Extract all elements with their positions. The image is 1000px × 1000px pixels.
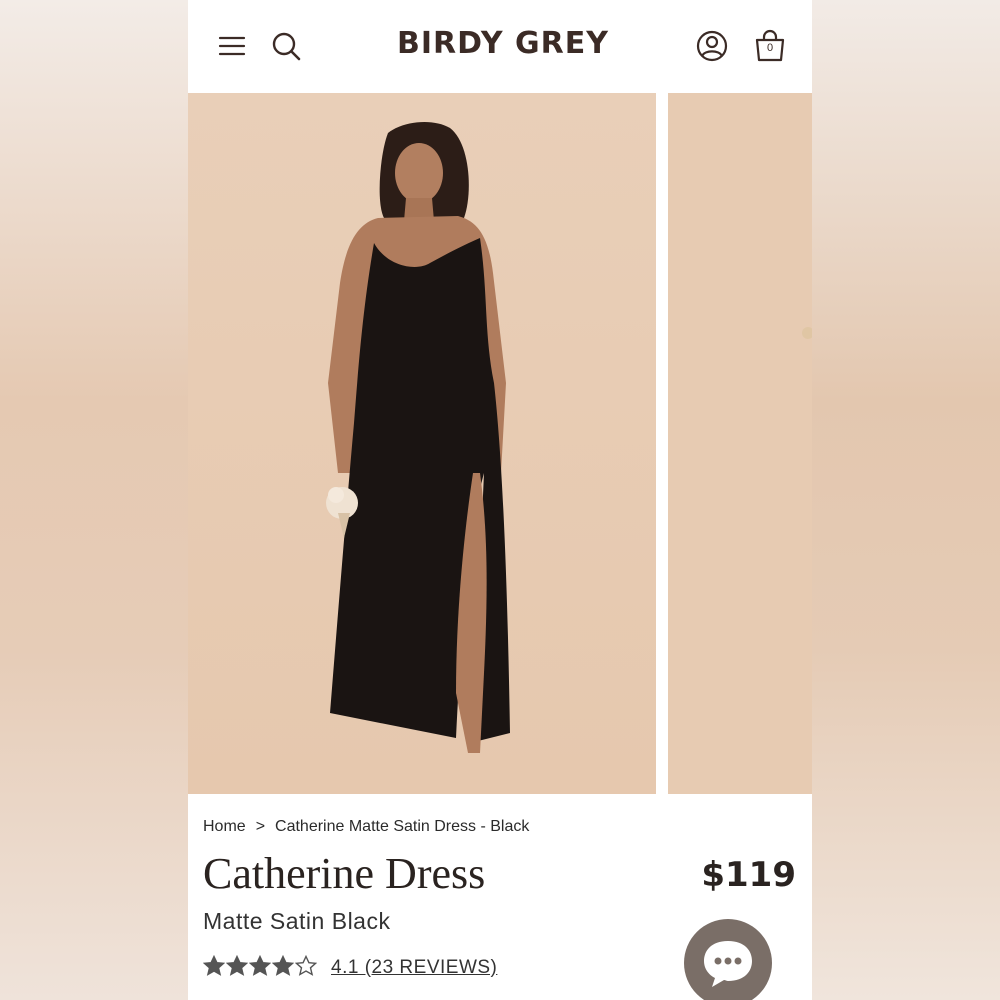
account-icon[interactable] [694, 28, 730, 64]
product-price: $119 [701, 855, 796, 895]
breadcrumb-home-link[interactable]: Home [203, 818, 246, 835]
chat-button[interactable] [684, 919, 772, 1000]
background-blur-right [812, 0, 1000, 1000]
background-blur-left [0, 0, 188, 1000]
breadcrumb-current: Catherine Matte Satin Dress - Black [275, 818, 530, 835]
breadcrumb-separator: > [255, 818, 266, 835]
hamburger-menu-icon[interactable] [214, 28, 250, 64]
site-header: BIRDY GREY 0 [188, 0, 812, 93]
star-filled-icon [203, 955, 225, 976]
product-photo-next-peek[interactable] [668, 93, 812, 794]
product-photo-main[interactable] [188, 93, 656, 794]
reviews-link[interactable]: 4.1 (23 REVIEWS) [331, 957, 497, 979]
star-filled-icon [249, 955, 271, 976]
star-empty-icon [295, 955, 317, 976]
product-title: Catherine Dress [203, 849, 486, 898]
product-variant: Matte Satin Black [203, 908, 391, 934]
brand-logo[interactable]: BIRDY GREY [358, 26, 648, 61]
bag-count-badge: 0 [766, 42, 774, 54]
shopping-bag-icon[interactable]: 0 [752, 28, 788, 64]
star-filled-icon [272, 955, 294, 976]
breadcrumb: Home > Catherine Matte Satin Dress - Black [203, 818, 529, 836]
product-image-gallery[interactable] [188, 93, 812, 794]
search-icon[interactable] [268, 28, 304, 64]
chat-bubble-icon [704, 941, 752, 987]
star-filled-icon [226, 955, 248, 976]
product-page: BIRDY GREY 0 Home > Catherine Matte Sati… [188, 0, 812, 1000]
rating-stars[interactable] [203, 955, 317, 977]
